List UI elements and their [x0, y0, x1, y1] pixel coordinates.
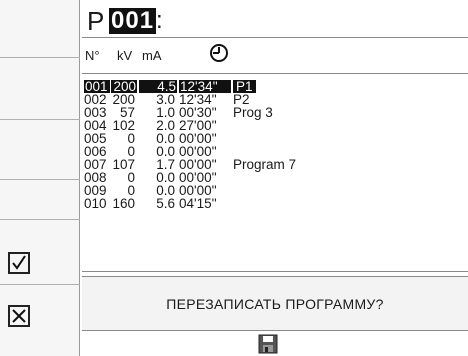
side-button-1[interactable]: [0, 0, 80, 58]
program-row[interactable]: 007 107 1.7 00'00'' Program 7: [84, 157, 464, 172]
program-row[interactable]: 002 200 3.0 12'34'' P2: [84, 93, 464, 107]
divider: [82, 37, 468, 38]
overwrite-dialog: ПЕРЕЗАПИСАТЬ ПРОГРАММУ?: [82, 276, 468, 331]
program-number-field[interactable]: 001: [109, 8, 157, 34]
program-name: Program 7: [233, 157, 297, 172]
program-prefix: P: [87, 6, 105, 36]
program-header: P 001 :: [82, 6, 462, 36]
program-row[interactable]: 010 160 5.6 04'15'': [84, 196, 464, 211]
program-number: 010: [84, 196, 107, 211]
checkmark-icon: [8, 252, 30, 274]
cancel-button[interactable]: [0, 285, 80, 356]
program-colon: :: [156, 7, 163, 34]
column-header: N° kV mA: [82, 40, 468, 70]
column-number: N°: [85, 48, 100, 63]
program-ma: 5.6: [156, 196, 175, 211]
program-row[interactable]: 009 0 0.0 00'00'': [84, 184, 464, 198]
program-kv: 160: [112, 196, 135, 211]
column-ma: mA: [142, 48, 162, 63]
side-button-3[interactable]: [0, 120, 80, 180]
left-button-panel: [0, 0, 80, 356]
floppy-disk-icon[interactable]: [258, 334, 278, 354]
confirm-button[interactable]: [0, 220, 80, 285]
program-row[interactable]: 004 102 2.0 27'00'': [84, 119, 464, 133]
clock-icon: [210, 44, 228, 62]
program-time: 04'15'': [179, 196, 217, 211]
side-button-2[interactable]: [0, 58, 80, 120]
program-row[interactable]: 003 57 1.0 00'30'' Prog 3: [84, 105, 464, 120]
close-icon: [8, 305, 30, 327]
side-button-4[interactable]: [0, 180, 80, 220]
program-row[interactable]: 001 200 4.5 12'34'' P1: [84, 80, 464, 93]
dialog-message: ПЕРЕЗАПИСАТЬ ПРОГРАММУ?: [166, 295, 384, 312]
program-row[interactable]: 008 0 0.0 00'00'': [84, 171, 464, 185]
program-list-rows: 001 200 4.5 12'34'' P1 002 200 3.0 12'34'' P2 003 5…: [84, 80, 464, 210]
program-row[interactable]: 005 0 0.0 00'00'': [84, 132, 464, 146]
column-kv: kV: [117, 48, 133, 63]
program-name: Prog 3: [233, 105, 273, 120]
